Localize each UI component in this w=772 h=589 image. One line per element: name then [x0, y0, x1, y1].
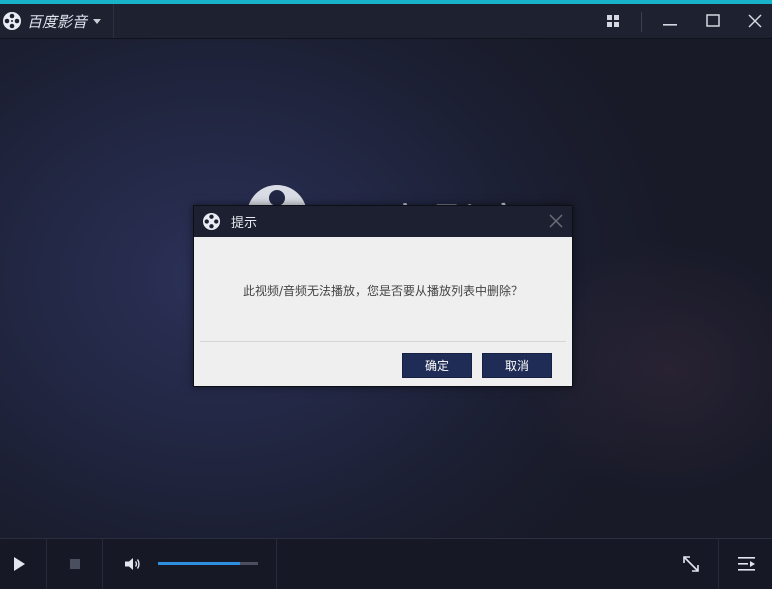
maximize-button[interactable]: [695, 4, 731, 38]
playlist-button[interactable]: [730, 539, 764, 589]
fullscreen-icon: [683, 556, 699, 572]
control-separator: [46, 539, 47, 589]
volume-level: [158, 562, 240, 565]
film-reel-icon: [3, 12, 21, 30]
control-separator: [276, 539, 277, 589]
close-icon: [748, 14, 762, 28]
volume-button[interactable]: [118, 539, 148, 589]
play-icon: [14, 557, 25, 571]
dialog-message: 此视频/音频无法播放，您是否要从播放列表中删除？: [242, 284, 524, 298]
stop-button[interactable]: [56, 539, 94, 589]
stop-icon: [70, 559, 80, 569]
dialog-header: 提示: [194, 206, 572, 237]
dialog-divider: [200, 341, 566, 342]
chevron-down-icon: [93, 18, 102, 24]
film-reel-icon: [202, 212, 221, 231]
close-icon[interactable]: [548, 213, 564, 229]
confirm-button[interactable]: 确定: [402, 353, 472, 378]
title-bar: 百度影音: [0, 4, 772, 39]
dialog-title: 提示: [231, 216, 258, 231]
volume-slider[interactable]: [158, 562, 258, 565]
minimize-button[interactable]: [652, 4, 688, 38]
control-separator: [102, 539, 103, 589]
fullscreen-button[interactable]: [674, 539, 708, 589]
title-separator: [641, 12, 642, 32]
play-button[interactable]: [0, 539, 38, 589]
volume-icon: [125, 558, 140, 570]
playlist-icon: [738, 557, 755, 571]
grid-icon: [607, 15, 619, 27]
app-menu-button[interactable]: 百度影音: [0, 4, 114, 38]
control-bar: [0, 538, 772, 589]
prompt-dialog: 提示 此视频/音频无法播放，您是否要从播放列表中删除？ 确定 取消: [193, 205, 573, 387]
cancel-button[interactable]: 取消: [482, 353, 552, 378]
maximize-icon: [706, 14, 720, 27]
grid-button[interactable]: [595, 4, 631, 38]
app-name: 百度影音: [27, 12, 88, 31]
control-separator: [718, 539, 719, 589]
minimize-icon: [663, 24, 677, 26]
close-button[interactable]: [737, 4, 772, 38]
